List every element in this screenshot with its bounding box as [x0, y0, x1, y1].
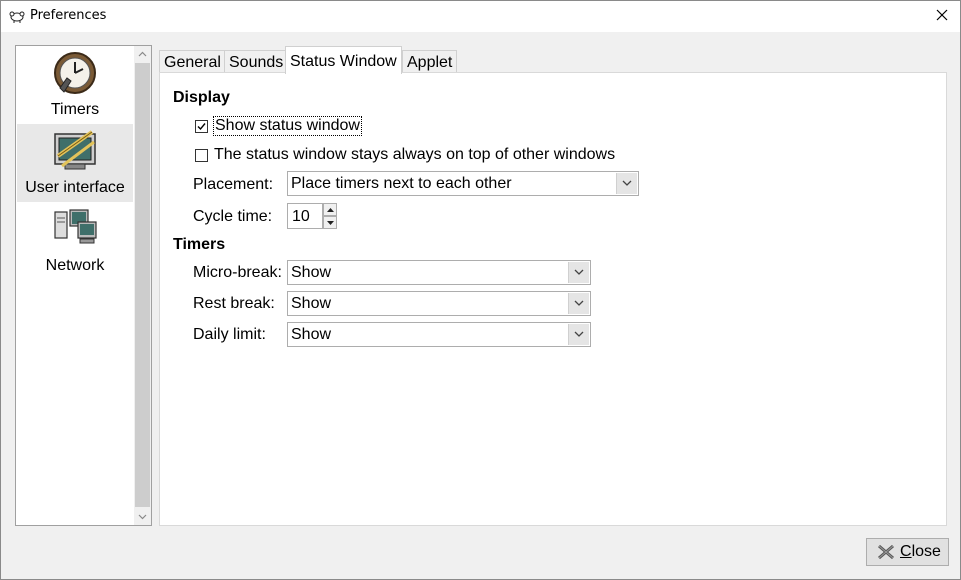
- tab-sounds[interactable]: Sounds: [224, 50, 289, 73]
- tab-general[interactable]: General: [159, 50, 226, 73]
- close-x-icon: [877, 544, 895, 565]
- network-computers-icon: [52, 206, 98, 252]
- close-button-label: Close: [900, 543, 941, 560]
- spin-up-icon[interactable]: [323, 203, 337, 216]
- window-close-icon[interactable]: [928, 3, 956, 29]
- app-sheep-icon: [9, 8, 25, 24]
- rest-break-dropdown[interactable]: Show: [287, 291, 591, 316]
- sidebar-item-user-interface[interactable]: User interface: [17, 124, 133, 202]
- scrollbar-thumb[interactable]: [135, 63, 150, 507]
- dropdown-value: Place timers next to each other: [291, 175, 512, 192]
- sidebar-item-label: Network: [45, 257, 105, 274]
- checkbox-label: Show status window: [213, 116, 362, 136]
- cycle-time-label: Cycle time:: [193, 208, 273, 225]
- dropdown-value: Show: [291, 295, 332, 312]
- placement-label: Placement:: [193, 176, 274, 193]
- preferences-window: Preferences Timers User interface Networ…: [0, 0, 961, 580]
- checkbox-unchecked[interactable]: [195, 148, 208, 162]
- sidebar-scrollbar[interactable]: [134, 46, 151, 525]
- cycle-time-spinner[interactable]: 10: [287, 203, 338, 229]
- show-status-window-checkbox[interactable]: Show status window: [195, 116, 362, 136]
- daily-limit-label: Daily limit:: [193, 326, 266, 343]
- scroll-down-icon[interactable]: [134, 508, 151, 525]
- always-on-top-checkbox[interactable]: The status window stays always on top of…: [195, 146, 615, 164]
- dropdown-value: Show: [291, 264, 332, 281]
- chevron-down-icon[interactable]: [616, 173, 637, 194]
- display-heading: Display: [173, 89, 230, 106]
- micro-break-dropdown[interactable]: Show: [287, 260, 591, 285]
- sidebar-item-label: Timers: [50, 101, 100, 118]
- sidebar-item-timers[interactable]: Timers: [17, 46, 133, 124]
- tab-status-window[interactable]: Status Window: [285, 46, 402, 74]
- daily-limit-dropdown[interactable]: Show: [287, 322, 591, 347]
- checkbox-label: The status window stays always on top of…: [214, 146, 616, 163]
- scroll-up-icon[interactable]: [134, 46, 151, 63]
- sidebar-item-network[interactable]: Network: [17, 202, 133, 280]
- timers-heading: Timers: [173, 236, 226, 253]
- dropdown-value: Show: [291, 326, 332, 343]
- window-title: Preferences: [30, 8, 107, 23]
- spin-down-icon[interactable]: [323, 216, 337, 229]
- chevron-down-icon[interactable]: [568, 262, 589, 283]
- close-button[interactable]: Close: [866, 538, 949, 566]
- category-sidebar: Timers User interface Network: [15, 45, 152, 526]
- rest-break-label: Rest break:: [193, 295, 275, 312]
- tab-applet[interactable]: Applet: [402, 50, 458, 73]
- status-window-panel: Display Show status window The status wi…: [159, 72, 947, 526]
- placement-dropdown[interactable]: Place timers next to each other: [287, 171, 639, 196]
- title-bar: Preferences: [1, 1, 960, 32]
- timers-clock-icon: [52, 50, 98, 96]
- chevron-down-icon[interactable]: [568, 293, 589, 314]
- chevron-down-icon[interactable]: [568, 324, 589, 345]
- sidebar-item-label: User interface: [25, 179, 125, 196]
- user-interface-icon: [52, 128, 98, 174]
- checkbox-checked[interactable]: [195, 119, 208, 133]
- micro-break-label: Micro-break:: [193, 264, 282, 281]
- cycle-time-input[interactable]: 10: [287, 203, 323, 229]
